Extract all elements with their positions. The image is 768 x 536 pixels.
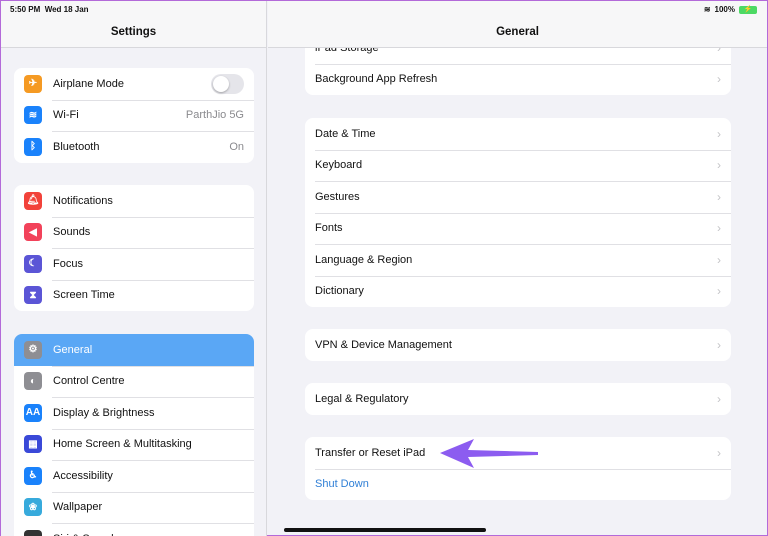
sidebar-group-connectivity: ✈ Airplane Mode ≋ Wi-Fi ParthJio 5G ᛒ Bluetoot… [14, 68, 254, 163]
sidebar-title: Settings [110, 26, 157, 38]
sidebar-item-bluetooth[interactable]: ᛒ Bluetooth On [14, 131, 254, 163]
row-label: Background App Refresh [315, 73, 438, 86]
row-vpn-and-device-management[interactable]: VPN & Device Management › [305, 329, 731, 361]
speaker-icon: ◀ [24, 223, 42, 242]
row-dictionary[interactable]: Dictionary › [305, 275, 731, 308]
row-label: Date & Time [315, 127, 376, 140]
sidebar-item-screen-time[interactable]: ⧗ Screen Time [14, 279, 254, 312]
chevron-right-icon: › [717, 252, 721, 267]
sidebar-item-home-screen-and-multitasking[interactable]: ▦ Home Screen & Multitasking [14, 428, 254, 461]
sidebar-item-label: Control Centre [53, 375, 125, 388]
sidebar-item-airplane-mode[interactable]: ✈ Airplane Mode [14, 68, 254, 100]
wifi-status-icon: ≋ [703, 5, 711, 14]
settings-group: Legal & Regulatory › [305, 383, 731, 415]
chevron-right-icon: › [717, 391, 721, 406]
row-background-app-refresh[interactable]: Background App Refresh › [305, 63, 731, 96]
text-size-icon: AA [24, 403, 42, 422]
chevron-right-icon: › [717, 221, 721, 236]
annotation-arrow [440, 439, 538, 468]
bell-icon: 🔔︎ [24, 191, 42, 210]
battery-icon: ⚡ [739, 5, 757, 14]
chevron-right-icon: › [717, 126, 721, 141]
airplane-icon: ✈ [24, 74, 42, 93]
sidebar-item-label: Wi-Fi [53, 109, 79, 122]
sidebar-item-label: Wallpaper [53, 501, 103, 514]
settings-group: VPN & Device Management › [305, 329, 731, 361]
row-label: VPN & Device Management [315, 338, 452, 351]
sidebar-group-notifications: 🔔︎ Notifications ◀ Sounds ☾ Focus ⧗ Screen Time [14, 185, 254, 311]
sidebar-item-focus[interactable]: ☾ Focus [14, 248, 254, 280]
sidebar-group-general: ⚙ General ◐ Control Centre AA Display & Brigh… [14, 334, 254, 536]
home-indicator[interactable] [284, 528, 486, 532]
flower-icon: ❀ [24, 498, 42, 517]
sidebar-item-display-and-brightness[interactable]: AA Display & Brightness [14, 397, 254, 429]
row-keyboard[interactable]: Keyboard › [305, 149, 731, 182]
sidebar-item-label: Accessibility [53, 469, 113, 482]
row-label: Fonts [315, 222, 343, 235]
row-language-and-region[interactable]: Language & Region › [305, 244, 731, 276]
chevron-right-icon: › [717, 158, 721, 173]
sidebar-item-wi-fi[interactable]: ≋ Wi-Fi ParthJio 5G [14, 99, 254, 132]
grid-icon: ▦ [24, 435, 42, 454]
status-bar: 5:50 PM Wed 18 Jan ≋ 100% ⚡ [1, 1, 767, 17]
wifi-icon: ≋ [24, 106, 42, 125]
settings-sidebar: Settings ✈ Airplane Mode ≋ Wi-Fi ParthJio 5G… [1, 1, 267, 536]
airplane-mode-toggle[interactable] [211, 73, 244, 94]
chevron-right-icon: › [717, 72, 721, 87]
settings-group: Date & Time › Keyboard › Gestures › Fonts › Lang… [305, 118, 731, 307]
chevron-right-icon: › [717, 189, 721, 204]
sidebar-item-label: Focus [53, 257, 83, 270]
sidebar-item-siri-and-search[interactable]: ●Siri & Search [14, 523, 254, 536]
chevron-right-icon: › [717, 337, 721, 352]
sidebar-item-label: Home Screen & Multitasking [53, 438, 192, 451]
moon-icon: ☾ [24, 254, 42, 273]
row-label: Legal & Regulatory [315, 392, 409, 405]
row-label: Keyboard [315, 159, 363, 172]
battery-percent: 100% [714, 5, 735, 14]
row-date-and-time[interactable]: Date & Time › [305, 118, 731, 150]
sidebar-item-value: On [229, 140, 244, 153]
sidebar-item-label: Screen Time [53, 289, 115, 302]
row-label: Language & Region [315, 253, 413, 266]
sidebar-item-label: Display & Brightness [53, 406, 155, 419]
page-title: General [496, 26, 539, 38]
status-time-date: 5:50 PM Wed 18 Jan [10, 5, 89, 14]
sidebar-item-control-centre[interactable]: ◐ Control Centre [14, 365, 254, 398]
siri-icon: ● [24, 529, 42, 536]
row-gestures[interactable]: Gestures › [305, 181, 731, 213]
switches-icon: ◐ [24, 372, 42, 391]
shut-down-label: Shut Down [315, 478, 369, 491]
chevron-right-icon: › [717, 445, 721, 460]
row-label: Transfer or Reset iPad [315, 446, 426, 459]
chevron-right-icon: › [717, 284, 721, 299]
gear-icon: ⚙ [24, 340, 42, 359]
general-pane: General iPad Storage›Background App Refr… [268, 1, 767, 536]
bluetooth-icon: ᛒ [24, 137, 42, 156]
sidebar-item-label: Sounds [53, 226, 91, 239]
row-fonts[interactable]: Fonts › [305, 212, 731, 245]
row-label: Gestures [315, 190, 360, 203]
sidebar-item-sounds[interactable]: ◀ Sounds [14, 216, 254, 249]
sidebar-item-general[interactable]: ⚙ General [14, 334, 254, 366]
shut-down-button[interactable]: Shut Down [305, 468, 731, 501]
sidebar-item-value: ParthJio 5G [185, 109, 244, 122]
row-label: Dictionary [315, 285, 364, 298]
row-legal-and-regulatory[interactable]: Legal & Regulatory › [305, 383, 731, 415]
sidebar-item-label: Airplane Mode [53, 77, 124, 90]
accessibility-icon: ♿︎ [24, 466, 42, 485]
sidebar-item-label: Bluetooth [53, 140, 100, 153]
hourglass-icon: ⧗ [24, 286, 42, 305]
sidebar-item-accessibility[interactable]: ♿︎ Accessibility [14, 460, 254, 492]
sidebar-item-wallpaper[interactable]: ❀ Wallpaper [14, 491, 254, 524]
sidebar-item-notifications[interactable]: 🔔︎ Notifications [14, 185, 254, 217]
sidebar-item-label: Notifications [53, 194, 113, 207]
sidebar-item-label: General [53, 343, 93, 356]
